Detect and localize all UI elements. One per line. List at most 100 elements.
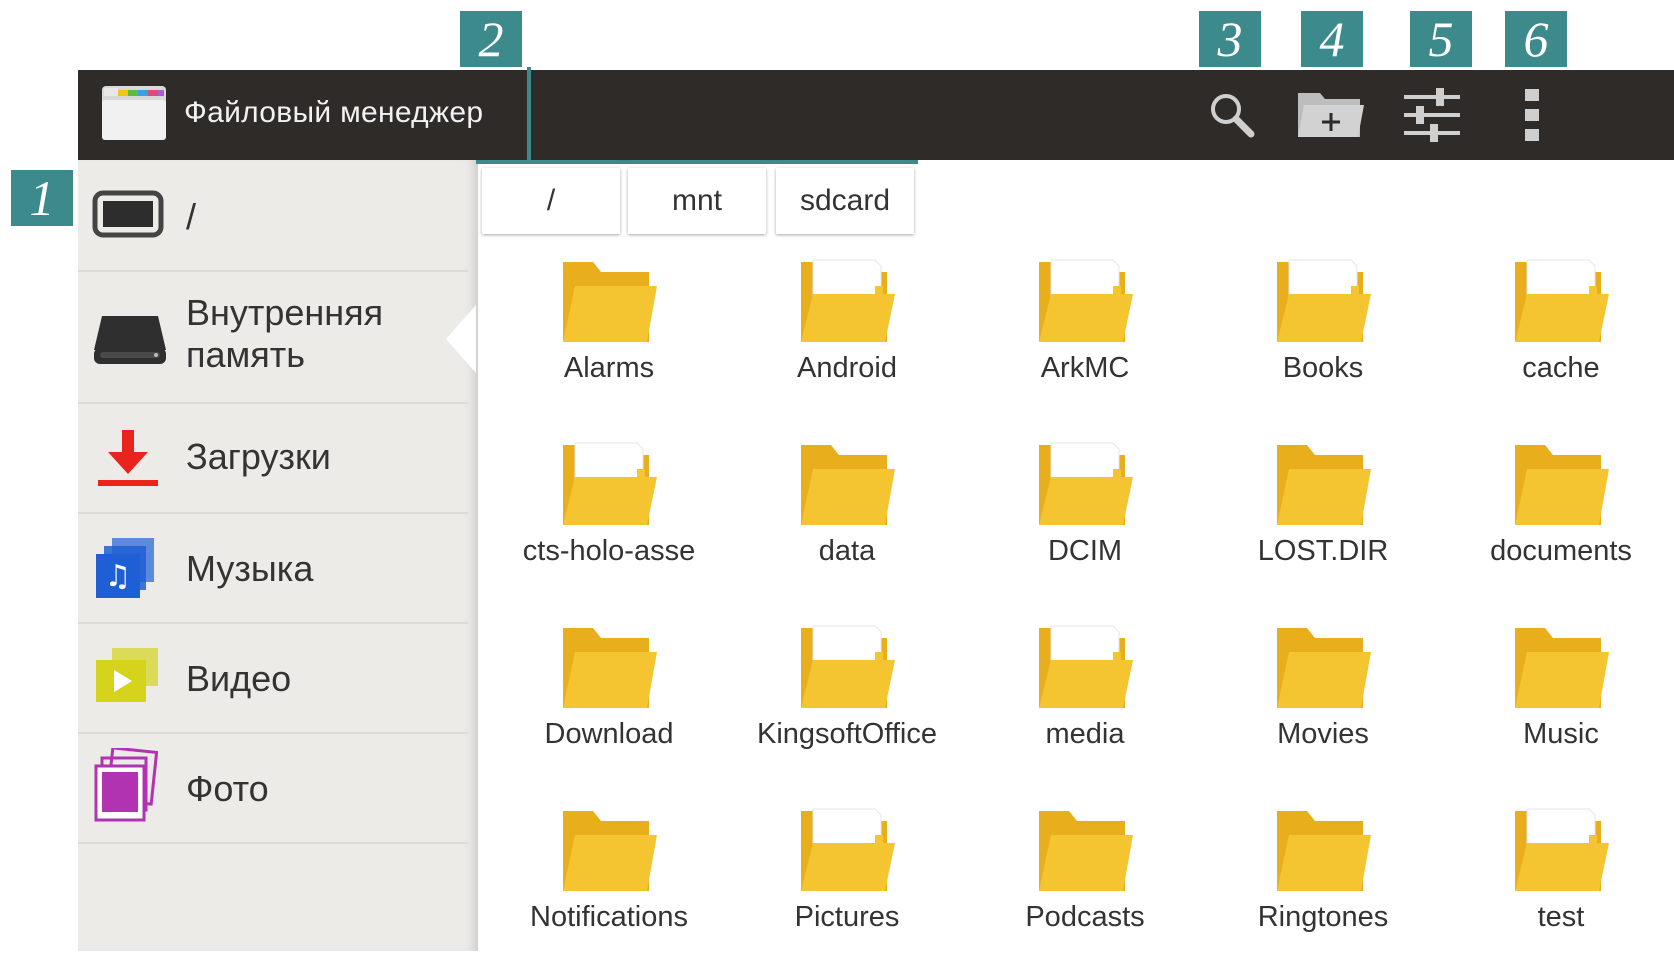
app-title: Файловый менеджер bbox=[184, 96, 484, 129]
folder-name: Android bbox=[797, 352, 897, 384]
folder-icon bbox=[1277, 445, 1371, 525]
folder-item[interactable]: ArkMC bbox=[966, 240, 1204, 420]
folder-icon bbox=[1515, 628, 1609, 708]
folder-name: KingsoftOffice bbox=[756, 718, 937, 750]
folder-item[interactable]: data bbox=[728, 423, 966, 603]
search-button[interactable] bbox=[1192, 76, 1272, 154]
folder-name: DCIM bbox=[1047, 535, 1123, 567]
folder-icon bbox=[801, 259, 895, 342]
folder-icon bbox=[1039, 625, 1133, 708]
folder-item[interactable]: Books bbox=[1204, 240, 1442, 420]
folder-item[interactable]: test bbox=[1442, 789, 1674, 969]
folder-icon bbox=[563, 262, 657, 342]
sidebar-item-photo[interactable]: Фото bbox=[78, 734, 468, 844]
folder-item[interactable]: DCIM bbox=[966, 423, 1204, 603]
folder-item[interactable]: cts-holo-asse bbox=[490, 423, 728, 603]
new-folder-button[interactable] bbox=[1290, 76, 1370, 154]
folder-item[interactable]: cache bbox=[1442, 240, 1674, 420]
sidebar-item-music[interactable]: ♫ Музыка bbox=[78, 514, 468, 624]
folder-icon bbox=[801, 625, 895, 708]
folder-name: LOST.DIR bbox=[1257, 535, 1389, 567]
callout-marker-4: 4 bbox=[1301, 11, 1363, 67]
folder-name: Pictures bbox=[794, 901, 900, 933]
new-folder-icon bbox=[1298, 93, 1364, 137]
folder-icon bbox=[563, 811, 657, 891]
sidebar-item-label: Внутренняя память bbox=[186, 292, 384, 375]
callout-marker-5: 5 bbox=[1410, 11, 1472, 67]
folder-grid: Alarms Android ArkMC Books cache cts-holo-ass… bbox=[480, 240, 1674, 951]
folder-item[interactable]: LOST.DIR bbox=[1204, 423, 1442, 603]
overflow-menu-button[interactable] bbox=[1492, 76, 1572, 154]
folder-icon bbox=[1515, 259, 1609, 342]
sidebar-item-label: Фото bbox=[186, 768, 269, 809]
photo-icon bbox=[94, 748, 158, 822]
breadcrumb-item-mnt[interactable]: mnt bbox=[628, 168, 766, 234]
settings-sliders-button[interactable] bbox=[1392, 76, 1472, 154]
folder-icon bbox=[801, 808, 895, 891]
folder-name: cache bbox=[1522, 352, 1600, 384]
tablet-icon bbox=[92, 190, 164, 238]
folder-icon bbox=[801, 445, 895, 525]
folder-item[interactable]: Download bbox=[490, 606, 728, 786]
sidebar-item-label: Музыка bbox=[186, 548, 314, 589]
folder-name: Movies bbox=[1277, 718, 1369, 750]
search-icon bbox=[1211, 94, 1255, 138]
sidebar-item-label: Загрузки bbox=[186, 436, 331, 477]
breadcrumb-item-sdcard[interactable]: sdcard bbox=[776, 168, 914, 234]
folder-item[interactable]: documents bbox=[1442, 423, 1674, 603]
folder-item[interactable]: Podcasts bbox=[966, 789, 1204, 969]
callout-marker-1: 1 bbox=[11, 170, 73, 226]
sidebar-item-root[interactable]: / bbox=[78, 160, 468, 272]
selection-notch bbox=[446, 305, 476, 373]
folder-item[interactable]: Movies bbox=[1204, 606, 1442, 786]
folder-icon bbox=[1039, 442, 1133, 525]
folder-name: Music bbox=[1523, 718, 1599, 750]
sidebar-item-label: / bbox=[186, 196, 197, 237]
sidebar-item-label: Видео bbox=[186, 658, 292, 699]
folder-icon bbox=[1039, 811, 1133, 891]
overflow-menu-icon bbox=[1525, 89, 1539, 141]
folder-name: ArkMC bbox=[1040, 352, 1130, 384]
folder-item[interactable]: Notifications bbox=[490, 789, 728, 969]
folder-icon bbox=[1515, 808, 1609, 891]
callout-line-2 bbox=[527, 67, 531, 162]
svg-text:♫: ♫ bbox=[105, 559, 132, 594]
folder-name: Notifications bbox=[530, 901, 688, 933]
callout-marker-6: 6 bbox=[1505, 11, 1567, 67]
sidebar: / Внутренняя память Загрузки ♫ Музыка Ви… bbox=[78, 160, 478, 951]
folder-name: Alarms bbox=[563, 352, 655, 384]
folder-name: Podcasts bbox=[1025, 901, 1145, 933]
download-icon bbox=[98, 430, 158, 486]
folder-icon bbox=[1515, 445, 1609, 525]
sliders-icon bbox=[1404, 88, 1460, 142]
music-icon: ♫ bbox=[96, 538, 154, 598]
folder-icon bbox=[1039, 259, 1133, 342]
folder-name: media bbox=[1045, 718, 1125, 750]
folder-icon bbox=[563, 628, 657, 708]
folder-icon bbox=[1277, 811, 1371, 891]
folder-item[interactable]: KingsoftOffice bbox=[728, 606, 966, 786]
folder-item[interactable]: media bbox=[966, 606, 1204, 786]
sidebar-item-downloads[interactable]: Загрузки bbox=[78, 404, 468, 514]
folder-item[interactable]: Pictures bbox=[728, 789, 966, 969]
folder-name: Books bbox=[1282, 352, 1364, 384]
video-icon bbox=[96, 648, 158, 702]
sidebar-item-internal-memory[interactable]: Внутренняя память bbox=[78, 272, 468, 404]
folder-item[interactable]: Music bbox=[1442, 606, 1674, 786]
folder-item[interactable]: Android bbox=[728, 240, 966, 420]
callout-marker-2: 2 bbox=[460, 11, 522, 67]
breadcrumb-indicator bbox=[476, 160, 918, 164]
folder-name: Ringtones bbox=[1257, 901, 1389, 933]
folder-icon bbox=[1277, 628, 1371, 708]
breadcrumb-item-root[interactable]: / bbox=[482, 168, 620, 234]
folder-name: Download bbox=[544, 718, 674, 750]
callout-marker-3: 3 bbox=[1199, 11, 1261, 67]
folder-icon bbox=[1277, 259, 1371, 342]
action-bar: Файловый менеджер bbox=[78, 70, 1674, 160]
folder-item[interactable]: Alarms bbox=[490, 240, 728, 420]
drive-icon bbox=[94, 316, 166, 364]
folder-item[interactable]: Ringtones bbox=[1204, 789, 1442, 969]
folder-name: cts-holo-asse bbox=[522, 535, 696, 567]
folder-name: data bbox=[818, 535, 876, 567]
sidebar-item-video[interactable]: Видео bbox=[78, 624, 468, 734]
